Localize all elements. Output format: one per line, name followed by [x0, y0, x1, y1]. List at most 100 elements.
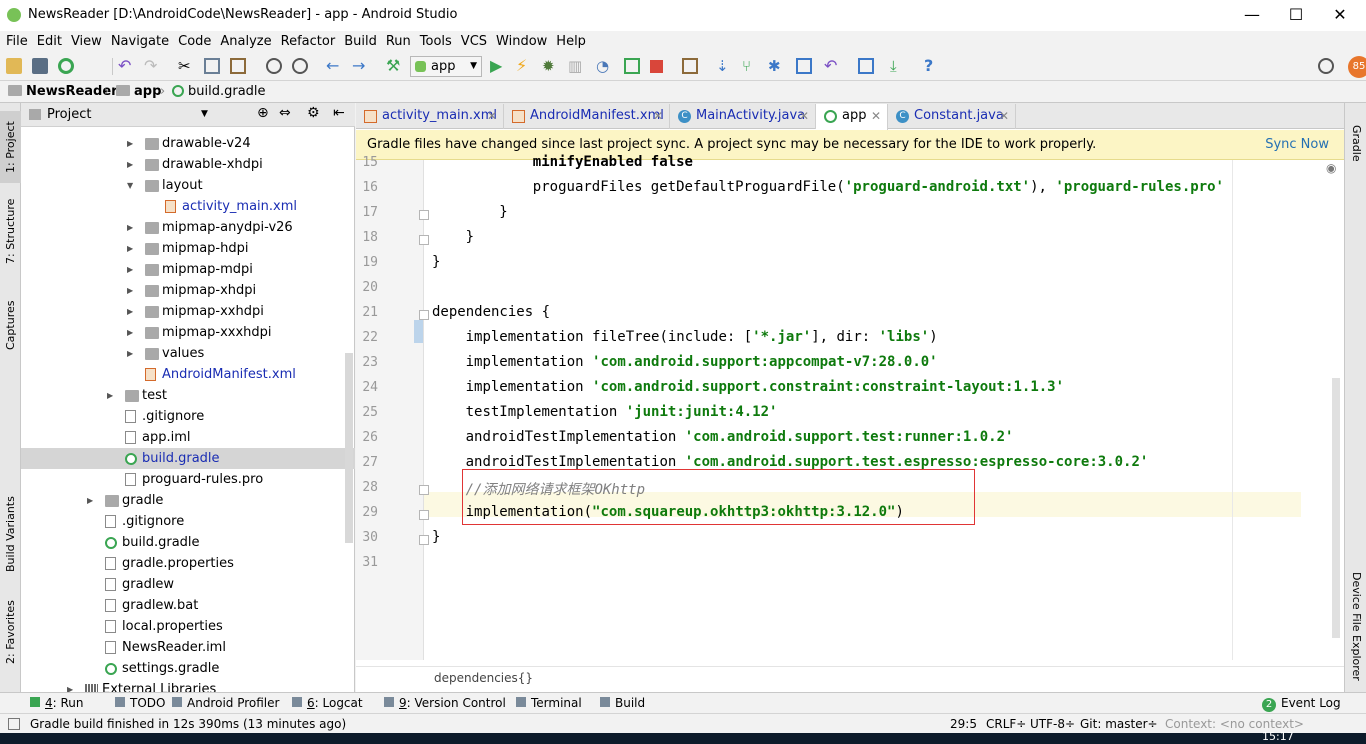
- tab-structure[interactable]: 7: Structure: [0, 195, 21, 267]
- editor-scrollbar[interactable]: [1332, 378, 1340, 638]
- tree-item[interactable]: ▶ values: [21, 343, 355, 364]
- breadcrumb-module[interactable]: app: [116, 84, 161, 99]
- vcs-commit-icon[interactable]: ⑂: [742, 58, 758, 74]
- run-icon[interactable]: ▶: [490, 58, 506, 74]
- tree-item[interactable]: gradlew.bat: [21, 595, 355, 616]
- tool-terminal-button[interactable]: Terminal: [516, 696, 582, 710]
- project-structure-icon[interactable]: [858, 58, 874, 74]
- chevron-right-icon[interactable]: ▶: [127, 133, 133, 154]
- tree-item[interactable]: gradle.properties: [21, 553, 355, 574]
- tab-device-file-explorer[interactable]: Device File Explorer: [1345, 561, 1366, 691]
- vcs-revert-icon[interactable]: ↶: [824, 58, 840, 74]
- structure-breadcrumb[interactable]: dependencies{}: [434, 671, 533, 685]
- help-icon[interactable]: ?: [924, 58, 940, 74]
- tree-item[interactable]: gradlew: [21, 574, 355, 595]
- menu-analyze[interactable]: Analyze: [220, 34, 271, 49]
- hide-panel-icon[interactable]: ⇤: [333, 105, 345, 121]
- tab-mainactivity-java[interactable]: C MainActivity.java ✕: [670, 104, 816, 129]
- tree-item[interactable]: ▼ layout: [21, 175, 355, 196]
- tab-favorites[interactable]: 2: Favorites: [0, 599, 21, 665]
- find-icon[interactable]: [266, 58, 282, 74]
- breadcrumb-project[interactable]: NewsReader: [8, 84, 118, 99]
- back-icon[interactable]: ←: [326, 58, 342, 74]
- fold-marker[interactable]: [419, 210, 429, 220]
- tree-item[interactable]: build.gradle: [21, 448, 355, 469]
- fold-marker[interactable]: [419, 535, 429, 545]
- tree-item[interactable]: ▶ mipmap-xxhdpi: [21, 301, 355, 322]
- build-variants-icon[interactable]: [682, 58, 698, 74]
- tree-item[interactable]: .gitignore: [21, 406, 355, 427]
- tree-item[interactable]: app.iml: [21, 427, 355, 448]
- coverage-icon[interactable]: ▥: [568, 58, 584, 74]
- tool-android-profiler-button[interactable]: Android Profiler: [172, 696, 279, 710]
- chevron-right-icon[interactable]: ▶: [127, 259, 133, 280]
- tool-build-button[interactable]: Build: [600, 696, 645, 710]
- toggle-tool-windows-icon[interactable]: [8, 718, 20, 730]
- menu-edit[interactable]: Edit: [37, 34, 62, 49]
- chevron-right-icon[interactable]: ▶: [107, 385, 113, 406]
- tree-item[interactable]: activity_main.xml: [21, 196, 355, 217]
- tab-gradle[interactable]: Gradle: [1345, 113, 1366, 173]
- eye-icon[interactable]: ◉: [1326, 161, 1336, 175]
- project-scrollbar[interactable]: [345, 353, 353, 543]
- close-icon[interactable]: ✕: [999, 104, 1009, 128]
- apply-changes-icon[interactable]: ⚡: [516, 58, 532, 74]
- sync-now-link[interactable]: Sync Now: [1265, 130, 1329, 159]
- chevron-right-icon[interactable]: ▶: [127, 343, 133, 364]
- replace-icon[interactable]: [292, 58, 308, 74]
- close-icon[interactable]: ✕: [871, 104, 881, 128]
- notification-badge[interactable]: 85: [1348, 56, 1366, 78]
- menu-window[interactable]: Window: [496, 34, 547, 49]
- collapse-all-icon[interactable]: ⇔: [279, 105, 291, 121]
- fold-marker[interactable]: [419, 310, 429, 320]
- tab-build-variants[interactable]: Build Variants: [0, 489, 21, 579]
- menu-build[interactable]: Build: [344, 34, 377, 49]
- line-separator[interactable]: CRLF÷: [986, 717, 1026, 731]
- tree-item[interactable]: ▶ test: [21, 385, 355, 406]
- breadcrumb-file[interactable]: build.gradle: [172, 84, 266, 99]
- copy-icon[interactable]: [204, 58, 220, 74]
- close-icon[interactable]: ✕: [799, 104, 809, 128]
- menu-run[interactable]: Run: [386, 34, 411, 49]
- chevron-down-icon[interactable]: ▼: [201, 109, 208, 119]
- tree-item[interactable]: ▶ gradle: [21, 490, 355, 511]
- chevron-right-icon[interactable]: ▶: [127, 322, 133, 343]
- tab-app[interactable]: app ✕: [816, 104, 888, 130]
- tree-item[interactable]: .gitignore: [21, 511, 355, 532]
- chevron-right-icon[interactable]: ▶: [127, 238, 133, 259]
- tab-project[interactable]: 1: Project: [0, 111, 21, 183]
- minimize-button[interactable]: —: [1232, 4, 1272, 26]
- vcs-history-icon[interactable]: [796, 58, 812, 74]
- tree-item[interactable]: proguard-rules.pro: [21, 469, 355, 490]
- close-icon[interactable]: ✕: [653, 104, 663, 128]
- tool-todo-button[interactable]: TODO: [115, 696, 165, 710]
- sync-icon[interactable]: [58, 58, 74, 74]
- git-branch[interactable]: Git: master÷: [1080, 717, 1158, 731]
- forward-icon[interactable]: →: [352, 58, 368, 74]
- make-icon[interactable]: ⚒: [386, 58, 402, 74]
- chevron-right-icon[interactable]: ▶: [127, 217, 133, 238]
- save-icon[interactable]: [32, 58, 48, 74]
- cut-icon[interactable]: ✂: [178, 58, 194, 74]
- locate-icon[interactable]: ⊕: [257, 105, 269, 121]
- tool-logcat-button[interactable]: 6: Logcat: [292, 696, 363, 710]
- maximize-button[interactable]: ☐: [1276, 4, 1316, 26]
- sdk-manager-icon[interactable]: ⤓: [890, 58, 906, 74]
- vcs-compare-icon[interactable]: ✱: [768, 58, 784, 74]
- tree-item[interactable]: ▶ mipmap-xhdpi: [21, 280, 355, 301]
- tab-constant-java[interactable]: C Constant.java ✕: [888, 104, 1016, 129]
- tree-item[interactable]: ▶ drawable-xhdpi: [21, 154, 355, 175]
- chevron-down-icon[interactable]: ▼: [127, 175, 133, 196]
- tree-item[interactable]: AndroidManifest.xml: [21, 364, 355, 385]
- undo-icon[interactable]: ↶: [118, 58, 134, 74]
- menu-navigate[interactable]: Navigate: [111, 34, 169, 49]
- chevron-right-icon[interactable]: ▶: [127, 154, 133, 175]
- vcs-update-icon[interactable]: ⇣: [716, 58, 732, 74]
- menu-code[interactable]: Code: [178, 34, 211, 49]
- search-everywhere-icon[interactable]: [1318, 58, 1334, 74]
- tree-item[interactable]: ▶ drawable-v24: [21, 133, 355, 154]
- close-button[interactable]: ✕: [1320, 4, 1360, 26]
- tree-item[interactable]: ▶ mipmap-mdpi: [21, 259, 355, 280]
- file-encoding[interactable]: UTF-8÷: [1030, 717, 1075, 731]
- tree-item[interactable]: settings.gradle: [21, 658, 355, 679]
